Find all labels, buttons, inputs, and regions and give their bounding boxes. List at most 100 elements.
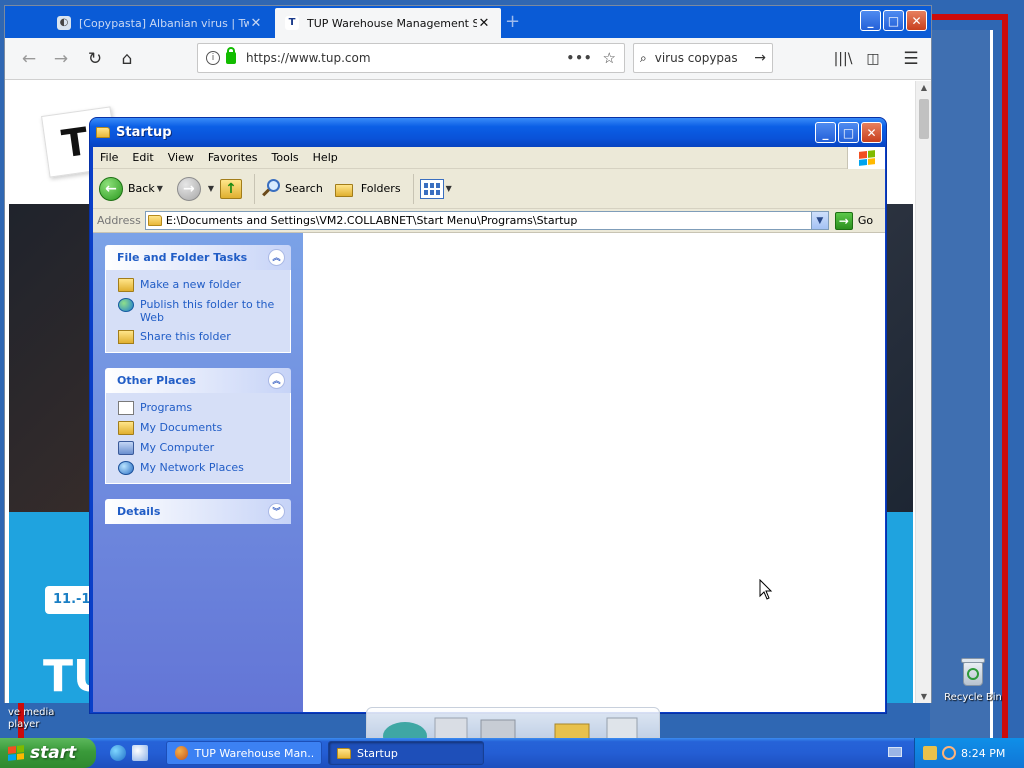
reload-icon[interactable]: ↻ <box>83 47 107 71</box>
scroll-up-arrow-icon[interactable]: ▲ <box>916 83 932 92</box>
my-computer-link[interactable]: My Computer <box>118 441 280 455</box>
menu-favorites[interactable]: Favorites <box>201 151 265 164</box>
panel-header[interactable]: Other Places ︽ <box>105 368 291 393</box>
sidebar-icon[interactable]: ◫ <box>861 47 885 71</box>
back-button[interactable]: ← Back ▼ <box>99 176 163 201</box>
menu-view[interactable]: View <box>161 151 201 164</box>
start-button[interactable]: start <box>0 738 96 768</box>
network-places-icon <box>118 461 134 475</box>
browser-tab-label: TUP Warehouse Management Solu <box>307 16 477 30</box>
forward-dropdown-icon[interactable]: ▼ <box>208 184 214 193</box>
my-computer-icon <box>118 441 134 455</box>
recycle-bin-icon <box>958 656 988 688</box>
forward-button[interactable]: → ▼ <box>176 176 214 201</box>
new-tab-button[interactable]: + <box>505 11 520 32</box>
toolbar-separator <box>412 173 414 204</box>
maximize-button[interactable]: □ <box>838 122 859 143</box>
collapse-chevron-icon[interactable]: ︽ <box>268 249 285 266</box>
recycle-bin-label: Recycle Bin <box>944 692 1002 703</box>
site-info-icon[interactable]: i <box>206 51 220 65</box>
menu-hamburger-icon[interactable]: ☰ <box>899 47 923 71</box>
search-tray-icon[interactable] <box>942 746 956 760</box>
dock-app-icon <box>606 717 638 741</box>
publish-web-icon <box>118 298 134 312</box>
toolbar-separator <box>254 173 256 204</box>
browser-tab-bar: ◐ [Copypasta] Albanian virus | Twit ✕ T … <box>5 6 931 38</box>
taskbar-item-startup[interactable]: Startup <box>328 741 484 765</box>
url-text[interactable]: https://www.tup.com <box>246 51 567 65</box>
address-dropdown-icon[interactable]: ▼ <box>810 212 828 229</box>
library-icon[interactable]: |||\ <box>831 47 855 71</box>
page-actions-icon[interactable]: ••• <box>567 51 593 65</box>
search-query[interactable]: virus copypas <box>655 51 755 65</box>
back-arrow-icon: ← <box>99 176 123 201</box>
browser-tab-twitter[interactable]: ◐ [Copypasta] Albanian virus | Twit ✕ <box>47 8 273 38</box>
expand-chevron-icon[interactable]: ︾ <box>268 503 285 520</box>
minimize-button[interactable]: _ <box>860 10 881 31</box>
up-folder-button[interactable]: ↑ <box>220 178 243 199</box>
browser-tab-label: [Copypasta] Albanian virus | Twit <box>79 16 249 30</box>
forward-arrow-icon[interactable]: → <box>49 47 73 71</box>
explorer-window-controls: _ □ ✕ <box>815 122 882 143</box>
internet-explorer-icon[interactable] <box>110 745 126 761</box>
page-scrollbar[interactable]: ▲ ▼ <box>915 81 931 703</box>
minimize-button[interactable]: _ <box>815 122 836 143</box>
views-icon <box>419 178 444 199</box>
search-icon <box>261 178 281 199</box>
panel-header[interactable]: File and Folder Tasks ︽ <box>105 245 291 270</box>
maximize-button[interactable]: □ <box>883 10 904 31</box>
bookmark-star-icon[interactable]: ☆ <box>603 49 616 67</box>
dock-strip <box>366 707 660 750</box>
tup-favicon-icon: T <box>285 16 299 30</box>
search-button[interactable]: Search <box>261 178 323 199</box>
panel-header[interactable]: Details ︾ <box>105 499 291 524</box>
taskbar: start TUP Warehouse Man... Startup 8:24 … <box>0 738 1024 768</box>
address-path[interactable]: E:\Documents and Settings\VM2.COLLABNET\… <box>166 214 811 227</box>
collapse-chevron-icon[interactable]: ︽ <box>268 372 285 389</box>
views-dropdown-icon[interactable]: ▼ <box>446 184 452 193</box>
menu-file[interactable]: File <box>93 151 125 164</box>
clock[interactable]: 8:24 PM <box>961 747 1005 760</box>
close-button[interactable]: ✕ <box>861 122 882 143</box>
url-bar[interactable]: i https://www.tup.com ••• ☆ <box>197 43 625 73</box>
close-tab-icon[interactable]: ✕ <box>477 16 491 31</box>
folders-button[interactable]: Folders <box>334 180 401 198</box>
menu-edit[interactable]: Edit <box>125 151 160 164</box>
place-link-label: My Computer <box>140 441 215 454</box>
programs-link[interactable]: Programs <box>118 401 280 415</box>
keyboard-layout-icon[interactable] <box>888 747 902 757</box>
home-icon[interactable]: ⌂ <box>115 47 139 71</box>
back-arrow-icon[interactable]: ← <box>17 47 41 71</box>
menu-help[interactable]: Help <box>306 151 345 164</box>
menu-tools[interactable]: Tools <box>265 151 306 164</box>
desktop-red-frame <box>930 14 1008 738</box>
my-network-places-link[interactable]: My Network Places <box>118 461 280 475</box>
lock-icon <box>226 47 236 64</box>
address-field[interactable]: E:\Documents and Settings\VM2.COLLABNET\… <box>144 211 829 230</box>
task-pane: File and Folder Tasks ︽ Make a new folde… <box>93 233 303 712</box>
my-documents-link[interactable]: My Documents <box>118 421 280 435</box>
network-tray-icon[interactable] <box>923 746 937 760</box>
scroll-down-arrow-icon[interactable]: ▼ <box>916 692 932 701</box>
share-folder-link[interactable]: Share this folder <box>118 330 280 344</box>
make-new-folder-link[interactable]: Make a new folder <box>118 278 280 292</box>
taskbar-item-firefox[interactable]: TUP Warehouse Man... <box>166 741 322 765</box>
browser-tab-tup[interactable]: T TUP Warehouse Management Solu ✕ <box>275 8 501 38</box>
panel-title: Details <box>117 505 161 518</box>
close-button[interactable]: ✕ <box>906 10 927 31</box>
folder-contents-view[interactable] <box>303 233 885 712</box>
publish-folder-link[interactable]: Publish this folder to the Web <box>118 298 280 324</box>
go-label: Go <box>857 214 874 227</box>
explorer-title-bar[interactable]: Startup _ □ ✕ <box>90 118 886 147</box>
scroll-thumb[interactable] <box>919 99 929 139</box>
views-button[interactable]: ▼ <box>419 178 452 199</box>
standard-toolbar: ← Back ▼ → ▼ ↑ Search Folders ▼ <box>93 169 885 209</box>
back-dropdown-icon[interactable]: ▼ <box>157 184 163 193</box>
close-tab-icon[interactable]: ✕ <box>249 16 263 31</box>
search-go-arrow-icon[interactable]: → <box>754 50 766 66</box>
show-desktop-icon[interactable] <box>132 745 148 761</box>
go-button[interactable]: → Go <box>834 211 874 230</box>
recycle-bin-desktop-icon[interactable]: Recycle Bin <box>940 656 1006 703</box>
firefox-icon <box>175 746 189 760</box>
browser-search-box[interactable]: ⌕ virus copypas → <box>633 43 773 73</box>
